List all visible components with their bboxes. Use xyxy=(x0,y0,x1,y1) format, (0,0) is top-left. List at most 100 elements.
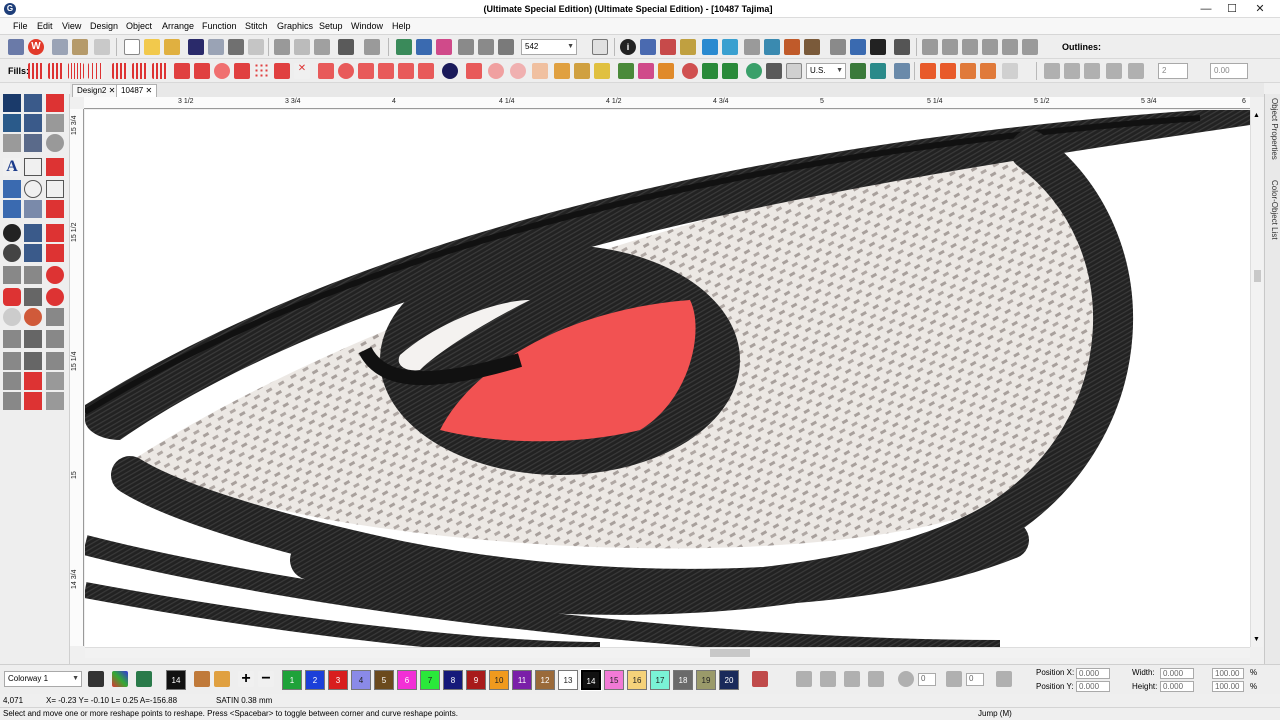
turning-satin-icon[interactable] xyxy=(46,244,64,262)
fill-moon-icon[interactable] xyxy=(442,63,458,79)
compass-tool-icon[interactable] xyxy=(24,288,42,306)
break-apart-icon[interactable] xyxy=(1002,39,1018,55)
ungroup-icon[interactable] xyxy=(942,39,958,55)
zoom-combo[interactable]: 542 ▼ xyxy=(521,39,577,55)
house-tool-icon[interactable] xyxy=(46,180,64,198)
scroll-up-icon[interactable]: ▲ xyxy=(1253,112,1260,119)
fill-feather-icon[interactable] xyxy=(466,63,482,79)
cross-stitch-icon[interactable] xyxy=(766,63,782,79)
current-color-swatch[interactable]: 14 xyxy=(166,670,186,690)
fill-chain-icon[interactable] xyxy=(594,63,610,79)
angle-tool-icon[interactable] xyxy=(46,372,64,390)
transform-icon[interactable] xyxy=(996,671,1012,687)
bridge-icon[interactable] xyxy=(870,63,886,79)
arc-tool-icon[interactable] xyxy=(46,114,64,132)
photo-stitch-icon[interactable] xyxy=(638,63,654,79)
color-swatch-6[interactable]: 6 xyxy=(397,670,417,690)
corner-tool-icon[interactable] xyxy=(46,308,64,326)
star-icon[interactable] xyxy=(658,63,674,79)
lock-icon[interactable] xyxy=(962,39,978,55)
embroidery-design[interactable] xyxy=(85,110,1250,647)
undo-icon[interactable] xyxy=(338,39,354,55)
select-tool-icon[interactable] xyxy=(3,94,21,112)
menu-graphics[interactable]: Graphics xyxy=(277,21,313,31)
menu-view[interactable]: View xyxy=(62,21,81,31)
menu-window[interactable]: Window xyxy=(351,21,383,31)
pull-comp-icon[interactable] xyxy=(920,63,936,79)
slow-redraw-icon[interactable] xyxy=(416,39,432,55)
color-swatch-17[interactable]: 17 xyxy=(650,670,670,690)
design-canvas[interactable] xyxy=(85,110,1250,647)
tab-10487[interactable]: 10487 ✕ xyxy=(116,84,158,97)
mirror-v-icon[interactable] xyxy=(1064,63,1080,79)
fill-satin-icon[interactable] xyxy=(48,63,64,79)
colorwheel-icon[interactable] xyxy=(722,63,738,79)
paste-icon[interactable] xyxy=(314,39,330,55)
applique-icon[interactable] xyxy=(618,63,634,79)
lettering-tool-icon[interactable]: A xyxy=(3,158,21,176)
circle-tool-icon[interactable] xyxy=(3,308,21,326)
copy-icon[interactable] xyxy=(294,39,310,55)
color-swatch-11[interactable]: 11 xyxy=(512,670,532,690)
menu-stitch[interactable]: Stitch xyxy=(245,21,268,31)
pen-tool-icon[interactable] xyxy=(46,94,64,112)
underlay-icon[interactable] xyxy=(940,63,956,79)
lasso-tool-icon[interactable] xyxy=(3,134,21,152)
rectangle-tool-icon[interactable] xyxy=(24,158,42,176)
vertical-scrollbar[interactable]: ▲ ▼ xyxy=(1250,110,1263,647)
thread-chart-icon[interactable] xyxy=(702,39,718,55)
triangle-tool-icon[interactable] xyxy=(46,330,64,348)
skew-icon[interactable] xyxy=(1128,63,1144,79)
align-icon[interactable] xyxy=(1084,63,1100,79)
export-icon[interactable] xyxy=(208,39,224,55)
stamp-icon[interactable] xyxy=(784,39,800,55)
flower-tool-icon[interactable] xyxy=(24,266,42,284)
fill-rounded-icon[interactable] xyxy=(554,63,570,79)
star-fill-icon[interactable] xyxy=(46,288,64,306)
tab-color-object-list[interactable]: Color-Object List xyxy=(1267,180,1279,260)
tools-off-icon[interactable] xyxy=(894,39,910,55)
scatter-icon[interactable] xyxy=(24,134,42,152)
needle-icon[interactable] xyxy=(660,39,676,55)
auto-spacing-icon[interactable] xyxy=(960,63,976,79)
hexagon-tool-icon[interactable] xyxy=(3,266,21,284)
minimize-button[interactable]: — xyxy=(1196,2,1216,16)
menu-function[interactable]: Function xyxy=(202,21,237,31)
close-icon[interactable]: ✕ xyxy=(145,86,152,95)
menu-arrange[interactable]: Arrange xyxy=(162,21,194,31)
image-icon[interactable] xyxy=(850,39,866,55)
ellipse-tool-icon[interactable] xyxy=(24,180,42,198)
mirror-icon[interactable] xyxy=(796,671,812,687)
remove-color-icon[interactable]: − xyxy=(258,671,274,687)
new-file-icon[interactable] xyxy=(124,39,140,55)
palette-editor-icon[interactable] xyxy=(88,671,104,687)
oval-tool-icon[interactable] xyxy=(46,134,64,152)
menu-help[interactable]: Help xyxy=(392,21,411,31)
wilcom-logo-icon[interactable]: W xyxy=(28,39,44,55)
shirt-icon[interactable] xyxy=(702,63,718,79)
shirt-background-icon[interactable] xyxy=(136,671,152,687)
measure-icon[interactable] xyxy=(680,39,696,55)
fill-ring-icon[interactable] xyxy=(214,63,230,79)
fill-dots-icon[interactable] xyxy=(254,63,270,79)
auto-fabric-icon[interactable] xyxy=(894,63,910,79)
frame-tool-icon[interactable] xyxy=(3,392,21,410)
info-icon[interactable]: i xyxy=(620,39,636,55)
color-swatch-13[interactable]: 13 xyxy=(558,670,578,690)
stitch-player-icon[interactable] xyxy=(396,39,412,55)
paint-bucket-icon[interactable] xyxy=(214,671,230,687)
fill-stepped-icon[interactable] xyxy=(68,63,84,79)
fill-x-icon[interactable]: ✕ xyxy=(294,63,310,79)
color-swatch-2[interactable]: 2 xyxy=(305,670,325,690)
skew-icon[interactable] xyxy=(946,671,962,687)
add-color-icon[interactable]: + xyxy=(238,671,254,687)
menu-file[interactable]: File xyxy=(13,21,28,31)
flip-icon[interactable] xyxy=(820,671,836,687)
fill-egg-icon[interactable] xyxy=(488,63,504,79)
chain-tool-icon[interactable] xyxy=(24,372,42,390)
horizontal-scrollbar[interactable] xyxy=(85,647,1250,658)
run-tool-icon[interactable] xyxy=(3,224,21,242)
color-swatch-10[interactable]: 10 xyxy=(489,670,509,690)
dot-tool-icon[interactable] xyxy=(3,330,21,348)
scroll-thumb[interactable] xyxy=(1254,270,1261,282)
